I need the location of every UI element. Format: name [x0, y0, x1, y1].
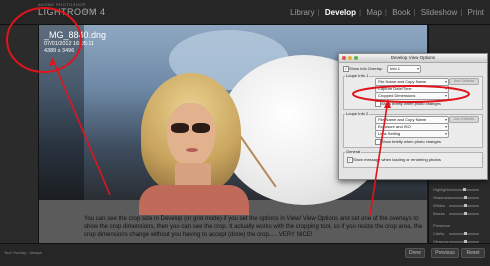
tool-overlay-label[interactable]: Tool Overlay : Always: [4, 250, 42, 255]
loupe-info-1-label: Loupe Info 1: [345, 73, 370, 78]
bottom-toolbar: Tool Overlay : Always Done Previous Rese…: [0, 243, 490, 266]
module-picker: Library | Develop | Map | Book | Slideshow | …: [290, 8, 484, 17]
module-library[interactable]: Library: [290, 8, 314, 17]
loupe-info-2-label: Loupe Info 2: [345, 111, 370, 116]
loupe2-row3-select[interactable]: Lens Setting: [375, 130, 449, 138]
info-overlay: _MG_8840.dng 07/01/2012 16:05:11 4389 x …: [44, 30, 106, 55]
show-message-label: Show message when loading or rendering p…: [353, 157, 441, 162]
previous-button[interactable]: Previous: [431, 248, 459, 258]
rp-label-highlights: Highlights: [433, 187, 451, 192]
brand-tag: BETA: [82, 9, 95, 15]
brand-name: LIGHTROOM 4: [38, 7, 106, 17]
minimize-icon[interactable]: [348, 56, 352, 60]
rp-label-clarity: Clarity: [433, 231, 445, 236]
info-filename: _MG_8840.dng: [44, 30, 107, 40]
info-dimensions: 4389 x 3496: [44, 48, 75, 54]
highlights-slider[interactable]: [449, 188, 479, 191]
shadows-slider[interactable]: [449, 196, 479, 199]
zoom-icon[interactable]: [354, 56, 358, 60]
loupe1-row3-select[interactable]: Cropped Dimensions: [375, 92, 449, 100]
close-icon[interactable]: [342, 56, 346, 60]
rp-label-presence: Presence: [433, 223, 450, 228]
module-slideshow[interactable]: Slideshow: [421, 8, 457, 17]
module-map[interactable]: Map: [366, 8, 382, 17]
top-bar: ADOBE PHOTOSHOP LIGHTROOM 4 BETA Library…: [0, 0, 490, 25]
module-develop[interactable]: Develop: [325, 8, 356, 17]
whites-slider[interactable]: [449, 204, 479, 207]
rp-label-blacks: Blacks: [433, 211, 445, 216]
info-datetime: 07/01/2012 16:05:11: [44, 41, 95, 47]
blacks-slider[interactable]: [449, 212, 479, 215]
sunglasses: [171, 123, 189, 133]
left-panel: [0, 25, 39, 243]
rp-label-shadows: Shadows: [433, 195, 450, 200]
show-briefly-2-label: Show briefly when photo changes: [381, 139, 441, 144]
module-book[interactable]: Book: [392, 8, 410, 17]
develop-view-options-dialog: Develop View Options ✓ Show Info Overlay…: [338, 53, 488, 180]
module-print[interactable]: Print: [468, 8, 484, 17]
dialog-title: Develop View Options: [339, 54, 487, 63]
done-button[interactable]: Done: [405, 248, 425, 258]
clarity-slider[interactable]: [449, 232, 479, 235]
show-briefly-1-label: Show briefly when photo changes: [381, 101, 441, 106]
reset-button[interactable]: Reset: [461, 248, 485, 258]
caption-text: You can see the crop size in Develop (or…: [84, 216, 423, 238]
use-defaults-button-1[interactable]: Use Defaults: [449, 78, 479, 85]
rp-label-whites: Whites: [433, 203, 446, 208]
info-overlay-select[interactable]: Info 1: [387, 65, 421, 73]
general-label: General: [345, 149, 362, 154]
use-defaults-button-2[interactable]: Use Defaults: [449, 116, 479, 123]
show-info-overlay-label: Show Info Overlay:: [349, 66, 383, 71]
